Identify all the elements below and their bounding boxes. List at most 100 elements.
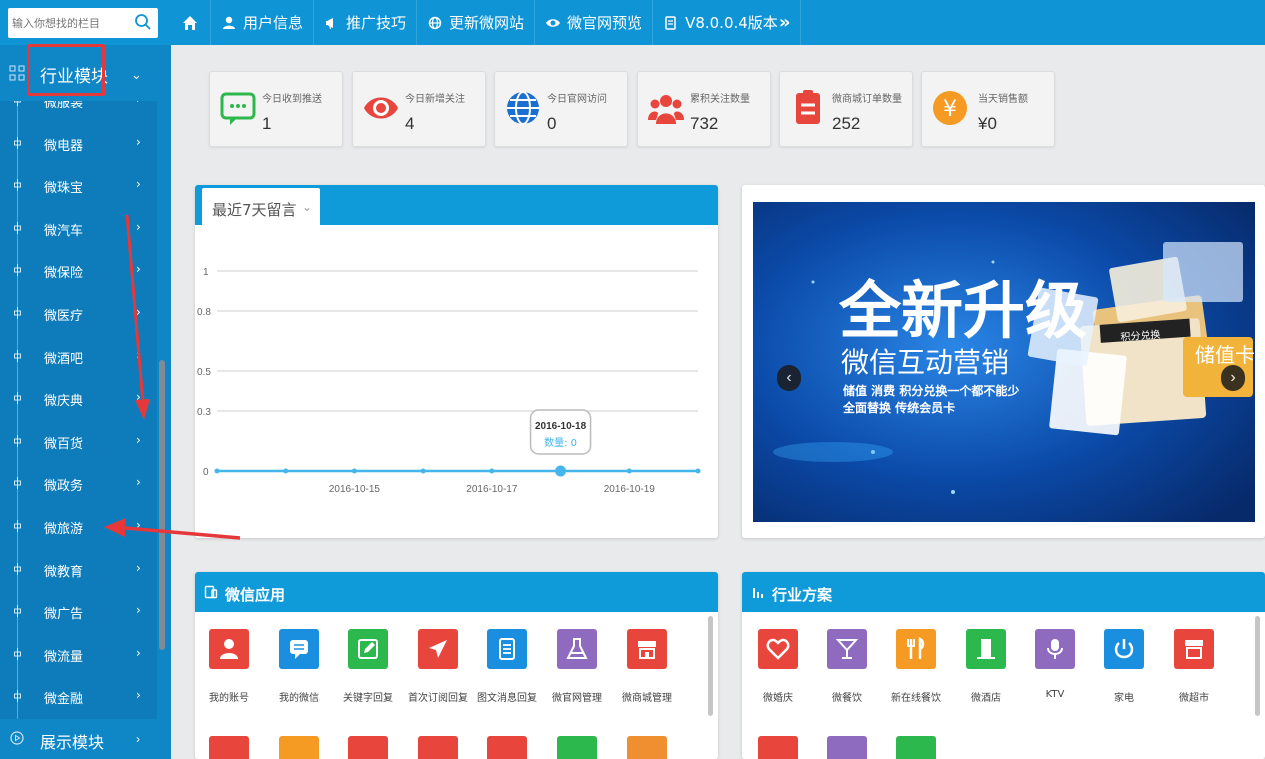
app-tile-label: 微官网管理: [552, 693, 602, 704]
x-tick-label: 2016-10-19: [604, 484, 656, 495]
stat-card[interactable]: 今日收到推送 1: [209, 71, 343, 147]
sidebar-item[interactable]: 微医疗 ›: [0, 292, 157, 335]
app-tile[interactable]: [279, 629, 319, 669]
version-icon: [665, 15, 676, 30]
grid-icon: [9, 65, 25, 81]
sidebar-item[interactable]: 微流量 ›: [0, 633, 157, 676]
app-tile[interactable]: [209, 629, 249, 669]
nav-site-preview[interactable]: 微官网预览: [535, 0, 654, 45]
nav-promotion-tips[interactable]: 推广技巧: [314, 0, 418, 45]
nav-user-info[interactable]: 用户信息: [211, 0, 315, 45]
data-point[interactable]: [626, 468, 632, 474]
sidebar-item[interactable]: 微酒吧 ›: [0, 335, 157, 378]
stat-label: 今日收到推送: [262, 94, 322, 105]
stat-label: 累积关注数量: [690, 94, 750, 105]
nav-update-site[interactable]: 更新微网站: [417, 0, 536, 45]
app-tile[interactable]: [896, 629, 936, 669]
app-tile[interactable]: [896, 736, 936, 759]
promo-banner[interactable]: 全新升级 微信互动营销 储值 消费 积分兑换一个都不能少 全面替换 传统会员卡 …: [753, 202, 1255, 522]
sidebar-item-label: 微汽车: [44, 223, 84, 239]
sidebar-item[interactable]: 微庆典 ›: [0, 377, 157, 420]
app-tile[interactable]: [279, 736, 319, 759]
app-tile[interactable]: [418, 736, 458, 759]
document-icon: [499, 638, 515, 660]
sidebar-item[interactable]: 微保险 ›: [0, 249, 157, 292]
chevron-right-icon: ›: [136, 603, 141, 618]
industry-solutions-panel: 行业方案 微婚庆 微餐饮 新在线餐饮 微酒店 KTV 家电 微超市: [742, 572, 1265, 759]
data-point[interactable]: [555, 465, 567, 477]
app-tile[interactable]: [209, 736, 249, 759]
sidebar-item[interactable]: 微教育 ›: [0, 548, 157, 591]
panel-scrollbar[interactable]: [1255, 616, 1260, 716]
app-tile[interactable]: [487, 736, 527, 759]
search-input[interactable]: [12, 12, 130, 34]
app-tile[interactable]: [348, 629, 388, 669]
sidebar-item-label: 微流量: [44, 649, 84, 665]
sidebar-item[interactable]: 微电器 ›: [0, 122, 157, 165]
stat-card[interactable]: 累积关注数量 732: [637, 71, 771, 147]
app-tile[interactable]: [1174, 629, 1214, 669]
stat-card[interactable]: 今日官网访问 0: [494, 71, 628, 147]
app-tile[interactable]: [348, 736, 388, 759]
data-point[interactable]: [489, 468, 495, 474]
sidebar-item[interactable]: 微政务 ›: [0, 462, 157, 505]
app-tile[interactable]: [827, 629, 867, 669]
stat-value: 1: [262, 114, 272, 133]
tooltip-value: 数量: 0: [544, 436, 577, 449]
data-point[interactable]: [283, 468, 289, 474]
chevron-right-icon: ›: [136, 390, 141, 405]
megaphone-icon: [326, 17, 334, 29]
sidebar-item[interactable]: 微百货 ›: [0, 420, 157, 463]
stat-value: 732: [690, 114, 719, 133]
sidebar-footer-label: 展示模块: [40, 733, 105, 752]
app-tile-label: 我的账号: [209, 693, 249, 704]
app-tile[interactable]: [827, 736, 867, 759]
data-point[interactable]: [695, 468, 701, 474]
data-point[interactable]: [351, 468, 357, 474]
home-button[interactable]: [170, 0, 211, 45]
panel-scrollbar[interactable]: [708, 616, 713, 716]
heart-icon: [766, 638, 790, 660]
app-tile[interactable]: [1035, 629, 1075, 669]
search-box: [8, 8, 158, 38]
sidebar-item-label: 微金融: [44, 692, 84, 708]
sidebar-item[interactable]: 微金融 ›: [0, 675, 157, 718]
sidebar-scrollbar[interactable]: [159, 360, 165, 650]
banner-next-button[interactable]: ›: [1221, 365, 1245, 391]
sidebar-item[interactable]: 微珠宝 ›: [0, 164, 157, 207]
eye-icon: [364, 97, 398, 119]
banner-prev-button[interactable]: ‹: [777, 365, 801, 391]
app-tile[interactable]: [557, 736, 597, 759]
data-point[interactable]: [420, 468, 426, 474]
data-point[interactable]: [214, 468, 220, 474]
line-chart: 0 0.3 0.5 0.8 1 2016-10-15 2016-10-17 2016-10-1…: [197, 267, 701, 495]
double-chevron-icon: »: [778, 12, 791, 33]
app-tile[interactable]: [418, 629, 458, 669]
sidebar-item[interactable]: 微汽车 ›: [0, 207, 157, 250]
chevron-right-icon: ›: [1230, 369, 1236, 386]
app-tile-label: 微商城管理: [622, 693, 672, 704]
send-icon: [429, 640, 447, 658]
stat-card[interactable]: 微商城订单数量 252: [779, 71, 913, 147]
range-dropdown[interactable]: 最近7天留言 ⌄: [202, 188, 320, 225]
sidebar-item[interactable]: 微旅游 ›: [0, 505, 157, 548]
stat-card[interactable]: 今日新增关注 4: [352, 71, 486, 147]
app-tile[interactable]: [487, 629, 527, 669]
sidebar-section-display[interactable]: 展示模块 ›: [0, 719, 157, 759]
stat-value: 0: [547, 114, 557, 133]
flask-icon: [566, 638, 588, 659]
app-tile[interactable]: [627, 736, 667, 759]
sidebar-item[interactable]: 微广告 ›: [0, 590, 157, 633]
app-tile[interactable]: [966, 629, 1006, 669]
stat-card[interactable]: ¥ 当天销售额 ¥0: [921, 71, 1055, 147]
banner-panel: 全新升级 微信互动营销 储值 消费 积分兑换一个都不能少 全面替换 传统会员卡 …: [742, 185, 1265, 538]
app-tile[interactable]: [627, 629, 667, 669]
sidebar-item[interactable]: 微服装 ›: [0, 101, 157, 122]
messages-chart-panel: 最近7天留言 ⌄ 0 0.3 0.5 0.8 1 2016-10-15 2016-10-17…: [195, 185, 718, 538]
app-tile[interactable]: [758, 629, 798, 669]
app-tile[interactable]: [758, 736, 798, 759]
app-tile[interactable]: [557, 629, 597, 669]
nav-version[interactable]: V8.0.0.4版本 »: [653, 0, 802, 45]
app-tile[interactable]: [1104, 629, 1144, 669]
search-icon[interactable]: [134, 13, 152, 31]
